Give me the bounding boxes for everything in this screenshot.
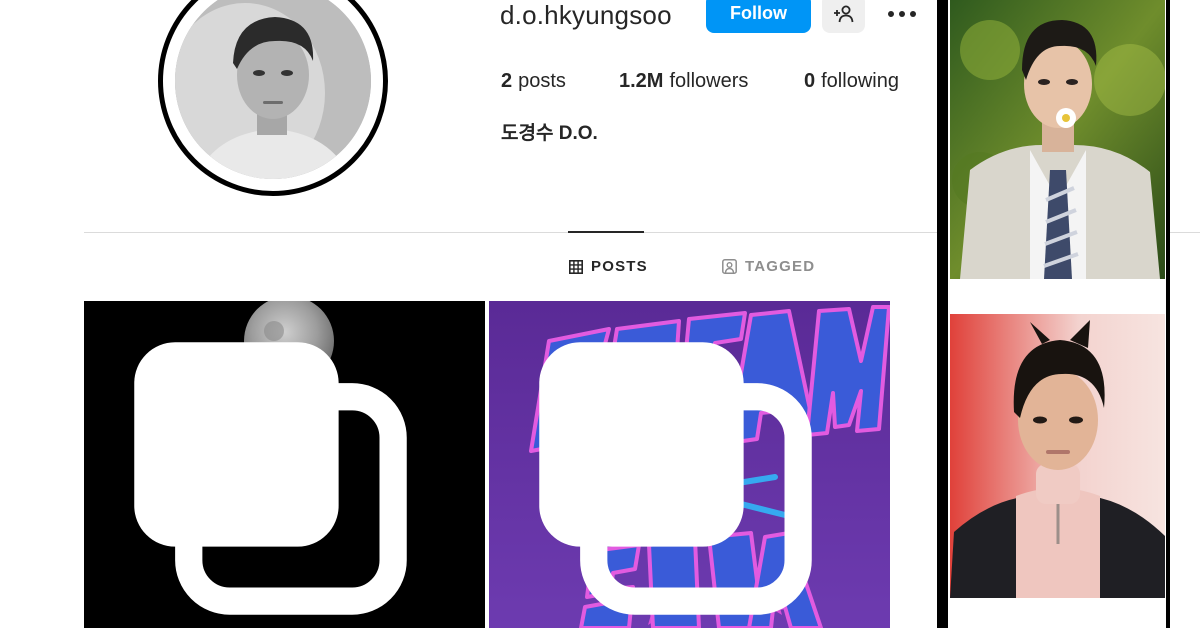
posts-label: posts [518,70,566,92]
carousel-icon [539,342,812,615]
profile-full-name: 도경수 D.O. [501,123,598,144]
suggested-accounts-button[interactable] [822,0,865,33]
tab-posts-label: POSTS [591,258,648,275]
followers-count: 1.2M [619,70,664,92]
posts-stat: 2 posts [501,70,619,93]
followers-stat[interactable]: 1.2M followers [619,70,804,93]
more-dots-icon [888,11,916,17]
photo-man-with-flower [950,0,1165,279]
photo-man-portrait [950,314,1165,598]
grid-icon [569,259,583,274]
tabs-divider [84,232,938,233]
carousel-icon [134,342,407,615]
tabs-divider-right [1168,232,1200,233]
add-person-icon [833,5,853,22]
active-tab-indicator [568,231,644,233]
post-cream-soda[interactable] [489,301,890,628]
side-photo-flower [950,0,1165,279]
post-moon[interactable] [84,301,485,628]
followers-label: followers [669,70,749,92]
profile-stats: 2 posts 1.2M followers 0 following [501,70,899,93]
profile-username: d.o.hkyungsoo [500,0,672,30]
following-stat[interactable]: 0 following [804,70,899,93]
tab-tagged-label: TAGGED [745,258,816,275]
tab-tagged[interactable]: TAGGED [722,258,815,275]
following-label: following [821,70,899,92]
side-photo-portrait [950,314,1165,598]
posts-count: 2 [501,70,513,92]
following-count: 0 [804,70,816,92]
more-options-button[interactable] [882,0,922,28]
tab-posts[interactable]: POSTS [569,258,648,275]
follow-button[interactable]: Follow [706,0,811,33]
tagged-icon [722,259,737,274]
